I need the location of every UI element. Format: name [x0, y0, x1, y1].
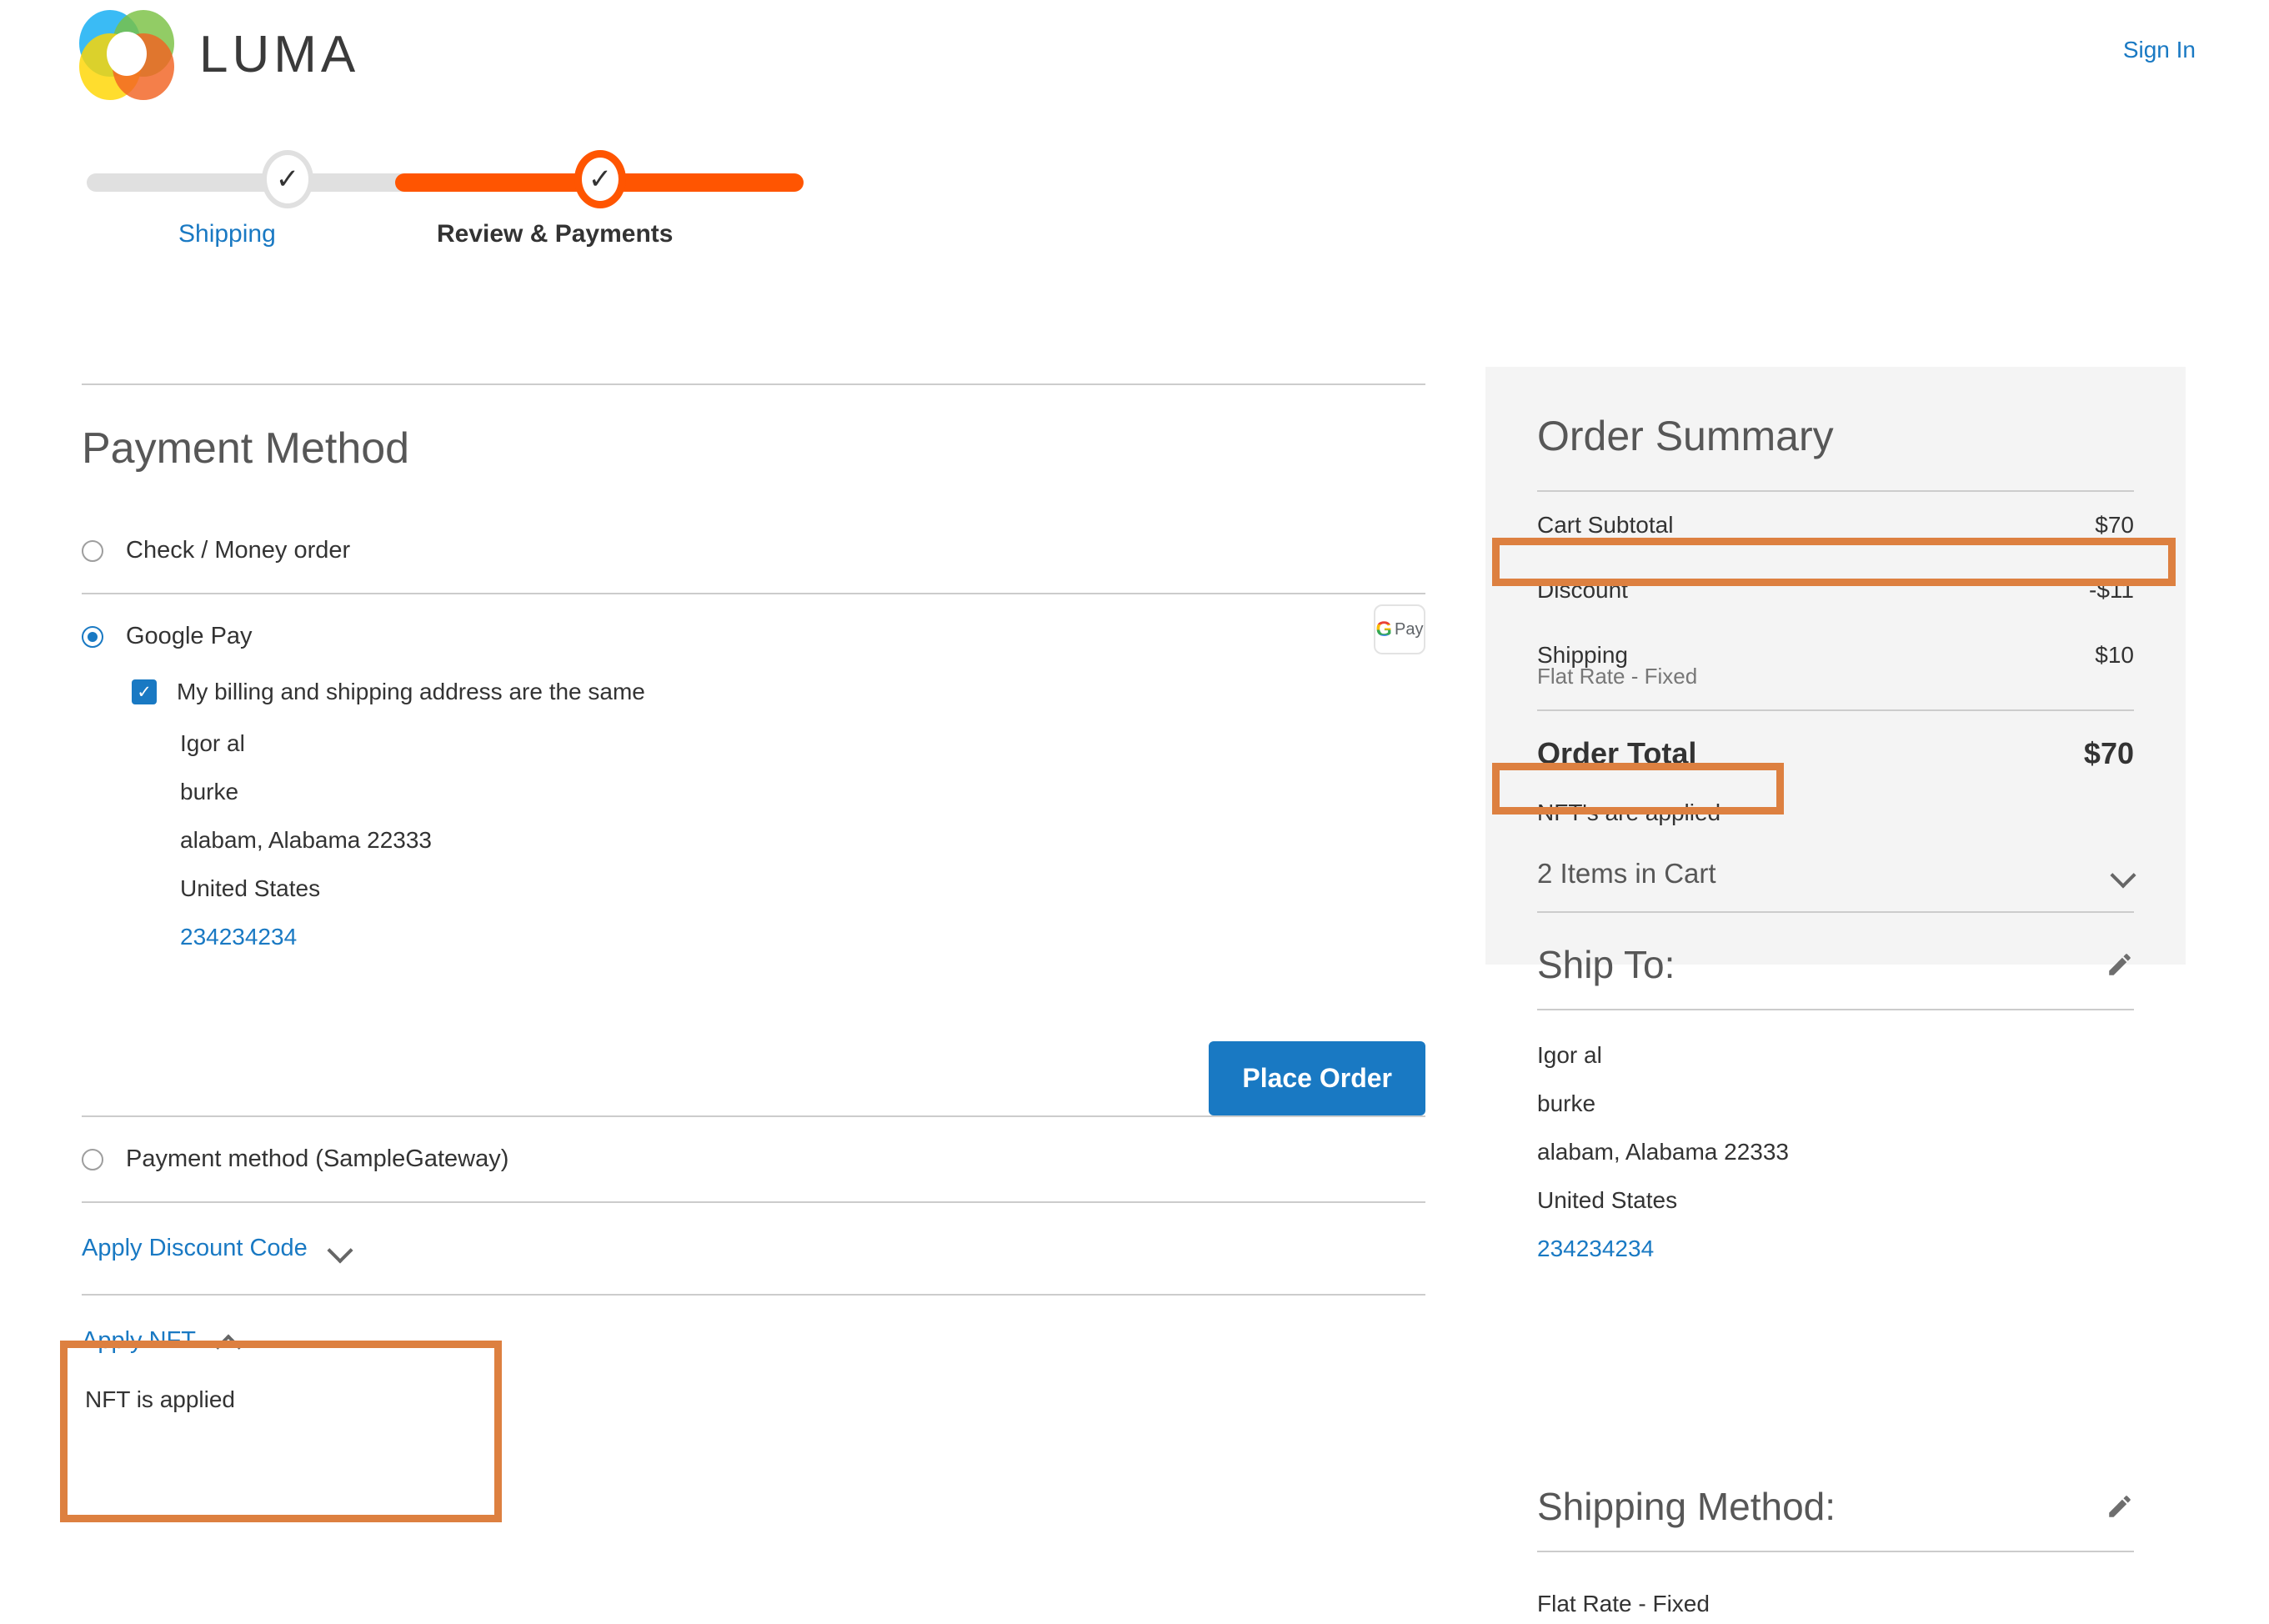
ship-to-phone[interactable]: 234234234 [1537, 1237, 2134, 1261]
billing-phone[interactable]: 234234234 [180, 925, 1425, 949]
payment-option-label: Google Pay [126, 623, 253, 649]
order-total-value: $70 [2083, 736, 2134, 770]
place-order-button[interactable]: Place Order [1209, 1041, 1425, 1115]
ship-to-line: Igor al [1537, 1042, 1602, 1068]
brand-name: LUMA [199, 25, 360, 83]
billing-address-line: United States [180, 875, 321, 901]
shipping-method-header: Shipping Method: [1537, 1484, 2134, 1529]
progress-step-review-node[interactable]: ✓ [574, 150, 626, 208]
summary-shipping-method-note: Flat Rate - Fixed [1537, 664, 1698, 689]
order-summary-title: Order Summary [1537, 413, 1834, 459]
divider-top [82, 383, 1425, 385]
shipping-method-value: Flat Rate - Fixed [1537, 1591, 1710, 1616]
radio-check-money-order[interactable] [82, 539, 103, 562]
luma-rings-logo [78, 8, 176, 100]
payment-option-label: Payment method (SampleGateway) [126, 1145, 509, 1172]
shipping-method-divider [1537, 1551, 2134, 1552]
google-pay-icon: G Pay [1374, 604, 1425, 654]
ship-to-header: Ship To: [1537, 942, 2134, 987]
summary-row-discount: Discount -$11 [1537, 557, 2134, 622]
google-g-glyph: G [1375, 617, 1392, 641]
summary-row-value: $70 [2095, 512, 2134, 538]
shipping-method-title: Shipping Method: [1537, 1485, 1836, 1528]
shipping-method-block: Shipping Method: Flat Rate - Fixed [1485, 1484, 2186, 1624]
nft-status-text: NFT is applied [85, 1386, 236, 1412]
pencil-icon[interactable] [2106, 950, 2134, 979]
payment-option-check-money-order[interactable]: Check / Money order [82, 509, 1425, 593]
billing-same-label: My billing and shipping address are the … [177, 679, 645, 704]
ship-to-divider [1537, 1009, 2134, 1010]
chevron-down-icon [329, 1238, 351, 1260]
radio-google-pay[interactable] [82, 625, 103, 648]
apply-discount-code-toggle[interactable]: Apply Discount Code [82, 1203, 1425, 1294]
progress-step-shipping-node[interactable]: ✓ [262, 150, 313, 208]
chevron-down-icon [2112, 863, 2134, 885]
checkout-progress-bar: ✓ ✓ Shipping Review & Payments [87, 150, 804, 258]
summary-divider-3 [1537, 911, 2134, 913]
chevron-up-icon [218, 1331, 239, 1352]
billing-address-line: burke [180, 779, 239, 804]
progress-step-shipping-label[interactable]: Shipping [178, 220, 276, 248]
summary-row-label: Cart Subtotal [1537, 512, 1674, 538]
billing-address-block: ✓ My billing and shipping address are th… [132, 679, 1425, 949]
summary-row-value: $10 [2095, 642, 2134, 668]
summary-row-label: Discount [1537, 577, 1628, 603]
billing-same-checkbox[interactable]: ✓ [132, 679, 157, 704]
summary-row-cart-subtotal: Cart Subtotal $70 [1537, 492, 2134, 557]
ship-to-block: Ship To: Igor al burke alabam, Alabama 2… [1485, 942, 2186, 1286]
radio-sample-gateway[interactable] [82, 1148, 103, 1170]
summary-row-order-total: Order Total $70 [1537, 711, 2134, 781]
checkout-page: LUMA Sign In ✓ ✓ Shipping Review & Payme… [0, 0, 2269, 1624]
pencil-icon[interactable] [2106, 1492, 2134, 1521]
ship-to-line: burke [1537, 1090, 1596, 1116]
google-pay-text: Pay [1394, 619, 1424, 639]
payment-option-sample-gateway[interactable]: Payment method (SampleGateway) [82, 1117, 1425, 1201]
items-in-cart-toggle[interactable]: 2 Items in Cart [1537, 843, 2134, 911]
payment-column: Payment Method Check / Money order Googl… [82, 383, 1425, 1413]
billing-same-row[interactable]: ✓ My billing and shipping address are th… [132, 679, 1425, 705]
apply-discount-code-label: Apply Discount Code [82, 1235, 308, 1261]
sign-in-link[interactable]: Sign In [2123, 37, 2196, 63]
page-header: LUMA Sign In [0, 0, 2269, 117]
order-summary-panel: Order Summary Cart Subtotal $70 Discount… [1485, 367, 2186, 965]
billing-address-line: alabam, Alabama 22333 [180, 827, 432, 853]
brand-logo[interactable]: LUMA [78, 8, 359, 100]
payment-option-google-pay[interactable]: Google Pay G Pay [82, 594, 1425, 679]
summary-row-value: -$11 [2089, 577, 2134, 603]
payment-option-label: Check / Money order [126, 537, 351, 564]
apply-nft-label: Apply NFT [82, 1327, 196, 1354]
progress-step-review-label: Review & Payments [437, 220, 674, 248]
page-title: Payment Method [82, 424, 410, 473]
ship-to-line: United States [1537, 1187, 1678, 1213]
ship-to-title: Ship To: [1537, 943, 1675, 986]
nft-applied-note: NFT's are applied [1537, 799, 1721, 825]
billing-address-lines: Igor al burke alabam, Alabama 22333 Unit… [180, 732, 1425, 949]
order-total-label: Order Total [1537, 736, 1697, 770]
items-in-cart-label: 2 Items in Cart [1537, 858, 1716, 889]
ship-to-line: alabam, Alabama 22333 [1537, 1139, 1789, 1165]
apply-nft-toggle[interactable]: Apply NFT [82, 1296, 1425, 1386]
billing-address-line: Igor al [180, 730, 245, 756]
